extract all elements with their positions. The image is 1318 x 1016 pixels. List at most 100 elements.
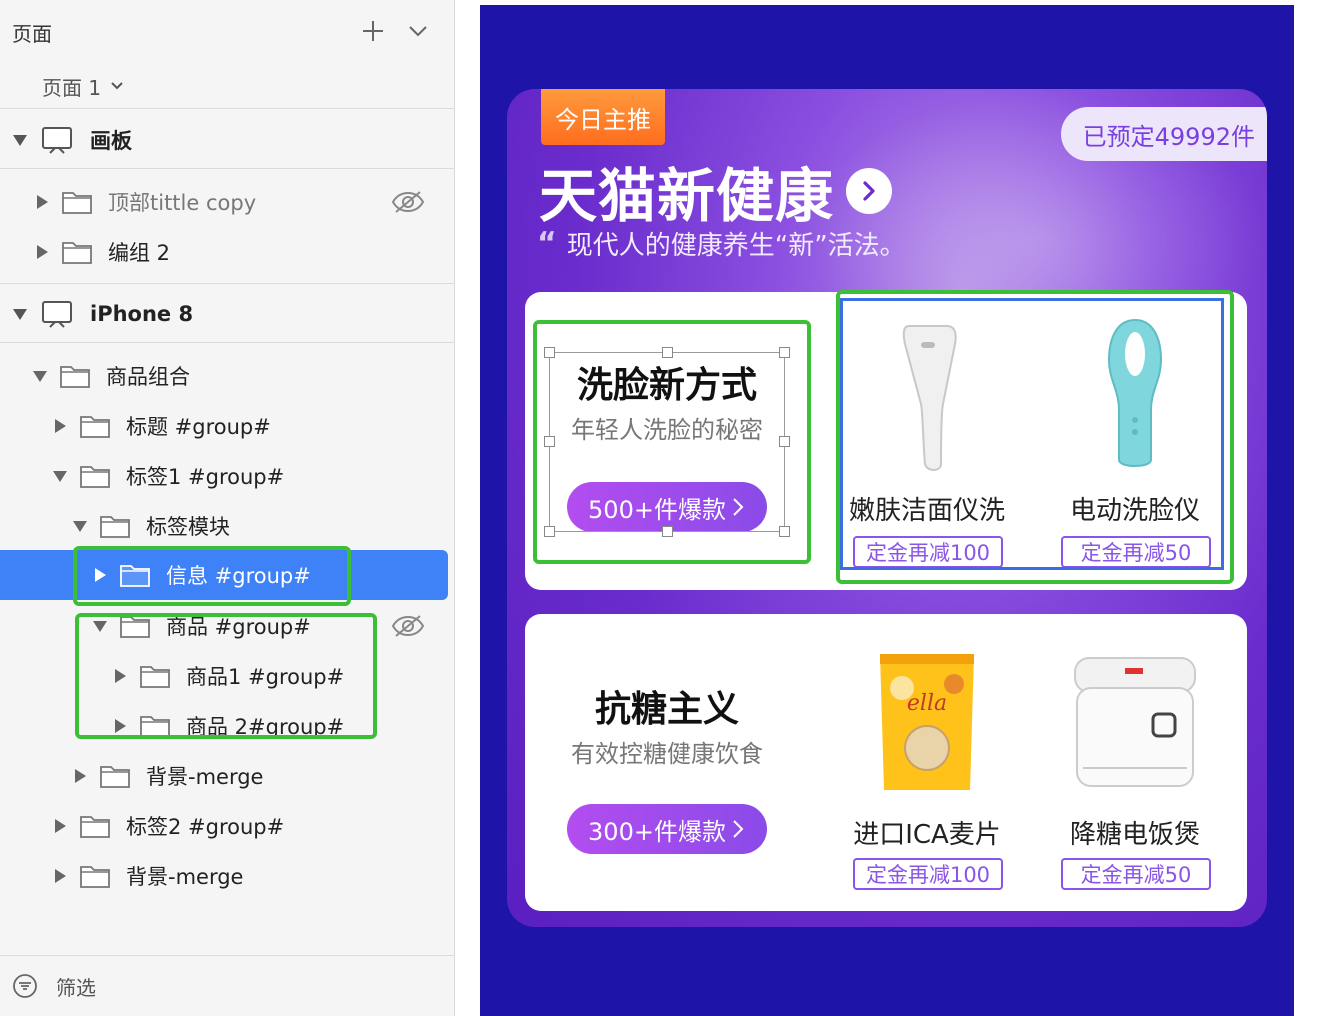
page-selector[interactable]: 页面 1 (42, 70, 125, 102)
layer-label: 商品 2#group# (186, 715, 345, 739)
plus-icon[interactable] (360, 18, 386, 44)
triangle-down-icon[interactable] (52, 468, 68, 484)
triangle-right-icon[interactable] (112, 718, 128, 734)
card-title: 抗糖主义 (594, 689, 739, 730)
layer-row-bg-merge-inner[interactable]: 背景-merge (0, 751, 455, 801)
layer-label: 信息 #group# (166, 564, 311, 588)
folder-icon (80, 416, 110, 438)
layer-row-tag2-group[interactable]: 标签2 #group# (0, 801, 455, 851)
quote-icon: “ (537, 225, 557, 261)
triangle-right-icon[interactable] (92, 567, 108, 583)
design-canvas[interactable]: 今日主推 已预定49992件 天猫新健康 “ 现代人的健康养生“新”活法。 洗脸… (456, 0, 1318, 1016)
folder-icon (62, 192, 92, 214)
product-card-1[interactable]: 洗脸新方式 年轻人洗脸的秘密 500+件爆款 嫩肤洁面仪洗 定金再减100 电动… (525, 292, 1247, 590)
product-image: ella (827, 628, 1027, 798)
folder-icon (140, 666, 170, 688)
filter-bar[interactable]: 筛选 (0, 955, 455, 1016)
chevron-down-icon[interactable] (405, 18, 431, 44)
layer-row-iphone8[interactable]: iPhone 8 (0, 289, 455, 339)
chevron-down-icon (111, 82, 123, 90)
folder-icon (100, 766, 130, 788)
layer-row-bg-merge-outer[interactable]: 背景-merge (0, 851, 455, 901)
folder-icon (80, 866, 110, 888)
layer-row-tag-module[interactable]: 标签模块 (0, 501, 455, 551)
product-card-2[interactable]: 抗糖主义 有效控糖健康饮食 300+件爆款 ella 进口ICA麦片 定金再减1… (525, 614, 1247, 911)
folder-icon (120, 616, 150, 638)
layer-label: 商品组合 (106, 365, 190, 389)
triangle-right-icon[interactable] (34, 244, 50, 260)
coupon-tag: 定金再减100 (853, 858, 1003, 890)
product-name: 进口ICA麦片 (853, 820, 1001, 850)
layer-row-goods2-group[interactable]: 商品 2#group# (0, 701, 455, 751)
layer-row-group2[interactable]: 编组 2 (0, 227, 455, 277)
resize-handle[interactable] (779, 347, 790, 358)
filter-label: 筛选 (56, 975, 96, 1000)
main-title[interactable]: 天猫新健康 (539, 149, 893, 233)
layer-label: 商品1 #group# (186, 665, 345, 689)
folder-icon (60, 366, 90, 388)
layer-row-info-group[interactable]: 信息 #group# (0, 550, 455, 600)
filter-icon (13, 974, 37, 998)
folder-icon (140, 716, 170, 738)
selection-frame[interactable] (549, 352, 785, 532)
layer-label: iPhone 8 (90, 302, 194, 326)
triangle-right-icon[interactable] (52, 418, 68, 434)
triangle-right-icon[interactable] (52, 818, 68, 834)
layer-row-top-title-copy[interactable]: 顶部tittle copy (0, 177, 455, 227)
folder-icon (120, 565, 150, 587)
resize-handle[interactable] (779, 436, 790, 447)
folder-icon (62, 242, 92, 264)
layer-label: 标签2 #group# (126, 815, 285, 839)
triangle-down-icon[interactable] (12, 132, 28, 148)
folder-icon (80, 466, 110, 488)
eye-off-icon[interactable] (390, 189, 426, 215)
triangle-right-icon[interactable] (52, 868, 68, 884)
triangle-right-icon[interactable] (112, 668, 128, 684)
resize-handle[interactable] (544, 436, 555, 447)
svg-text:ella: ella (907, 691, 947, 716)
layer-row-title-group[interactable]: 标题 #group# (0, 401, 455, 451)
layer-label: 标签模块 (146, 515, 230, 539)
layer-label: 背景-merge (146, 765, 264, 789)
reserved-count-pill: 已预定49992件 (1060, 107, 1267, 161)
artboard-icon (42, 301, 72, 328)
promo-module[interactable]: 今日主推 已预定49992件 天猫新健康 “ 现代人的健康养生“新”活法。 洗脸… (507, 89, 1267, 927)
triangle-down-icon[interactable] (32, 368, 48, 384)
product-name: 降糖电饭煲 (1069, 820, 1200, 850)
selection-highlight (840, 298, 1224, 570)
subtitle-text: 现代人的健康养生“新”活法。 (566, 231, 906, 261)
layer-label: 画板 (90, 129, 132, 153)
divider (0, 168, 455, 169)
layer-row-goods-group[interactable]: 商品 #group# (0, 601, 455, 651)
resize-handle[interactable] (662, 347, 673, 358)
chevron-right-icon (733, 820, 744, 838)
layer-label: 标题 #group# (126, 415, 271, 439)
layer-label: 编组 2 (108, 241, 171, 265)
resize-handle[interactable] (544, 526, 555, 537)
layer-row-board[interactable]: 画板 (0, 115, 455, 165)
resize-handle[interactable] (779, 526, 790, 537)
page-selector-label: 页面 1 (42, 75, 102, 100)
triangle-down-icon[interactable] (72, 518, 88, 534)
main-title-text: 天猫新健康 (539, 162, 835, 230)
product-image (1035, 628, 1235, 798)
arrow-circle-icon[interactable] (846, 168, 893, 214)
hot-items-button[interactable]: 300+件爆款 (567, 804, 767, 854)
coupon-tag: 定金再减50 (1061, 858, 1211, 890)
triangle-down-icon[interactable] (92, 618, 108, 634)
triangle-right-icon[interactable] (72, 768, 88, 784)
layer-label: 顶部tittle copy (108, 191, 257, 215)
triangle-down-icon[interactable] (12, 306, 28, 322)
layer-row-goods-combo[interactable]: 商品组合 (0, 351, 455, 401)
layer-panel: 页面 页面 1 画板 顶部tittle copy 编组 2 iPhone 8 商… (0, 0, 455, 1016)
divider (0, 283, 455, 284)
eye-off-icon[interactable] (390, 613, 426, 639)
triangle-right-icon[interactable] (34, 194, 50, 210)
resize-handle[interactable] (662, 526, 673, 537)
artboard-iphone8[interactable]: 今日主推 已预定49992件 天猫新健康 “ 现代人的健康养生“新”活法。 洗脸… (480, 5, 1294, 1016)
layer-row-tag1-group[interactable]: 标签1 #group# (0, 451, 455, 501)
layer-label: 商品 #group# (166, 615, 311, 639)
layer-row-goods1-group[interactable]: 商品1 #group# (0, 651, 455, 701)
resize-handle[interactable] (544, 347, 555, 358)
pages-title: 页面 (12, 22, 52, 46)
